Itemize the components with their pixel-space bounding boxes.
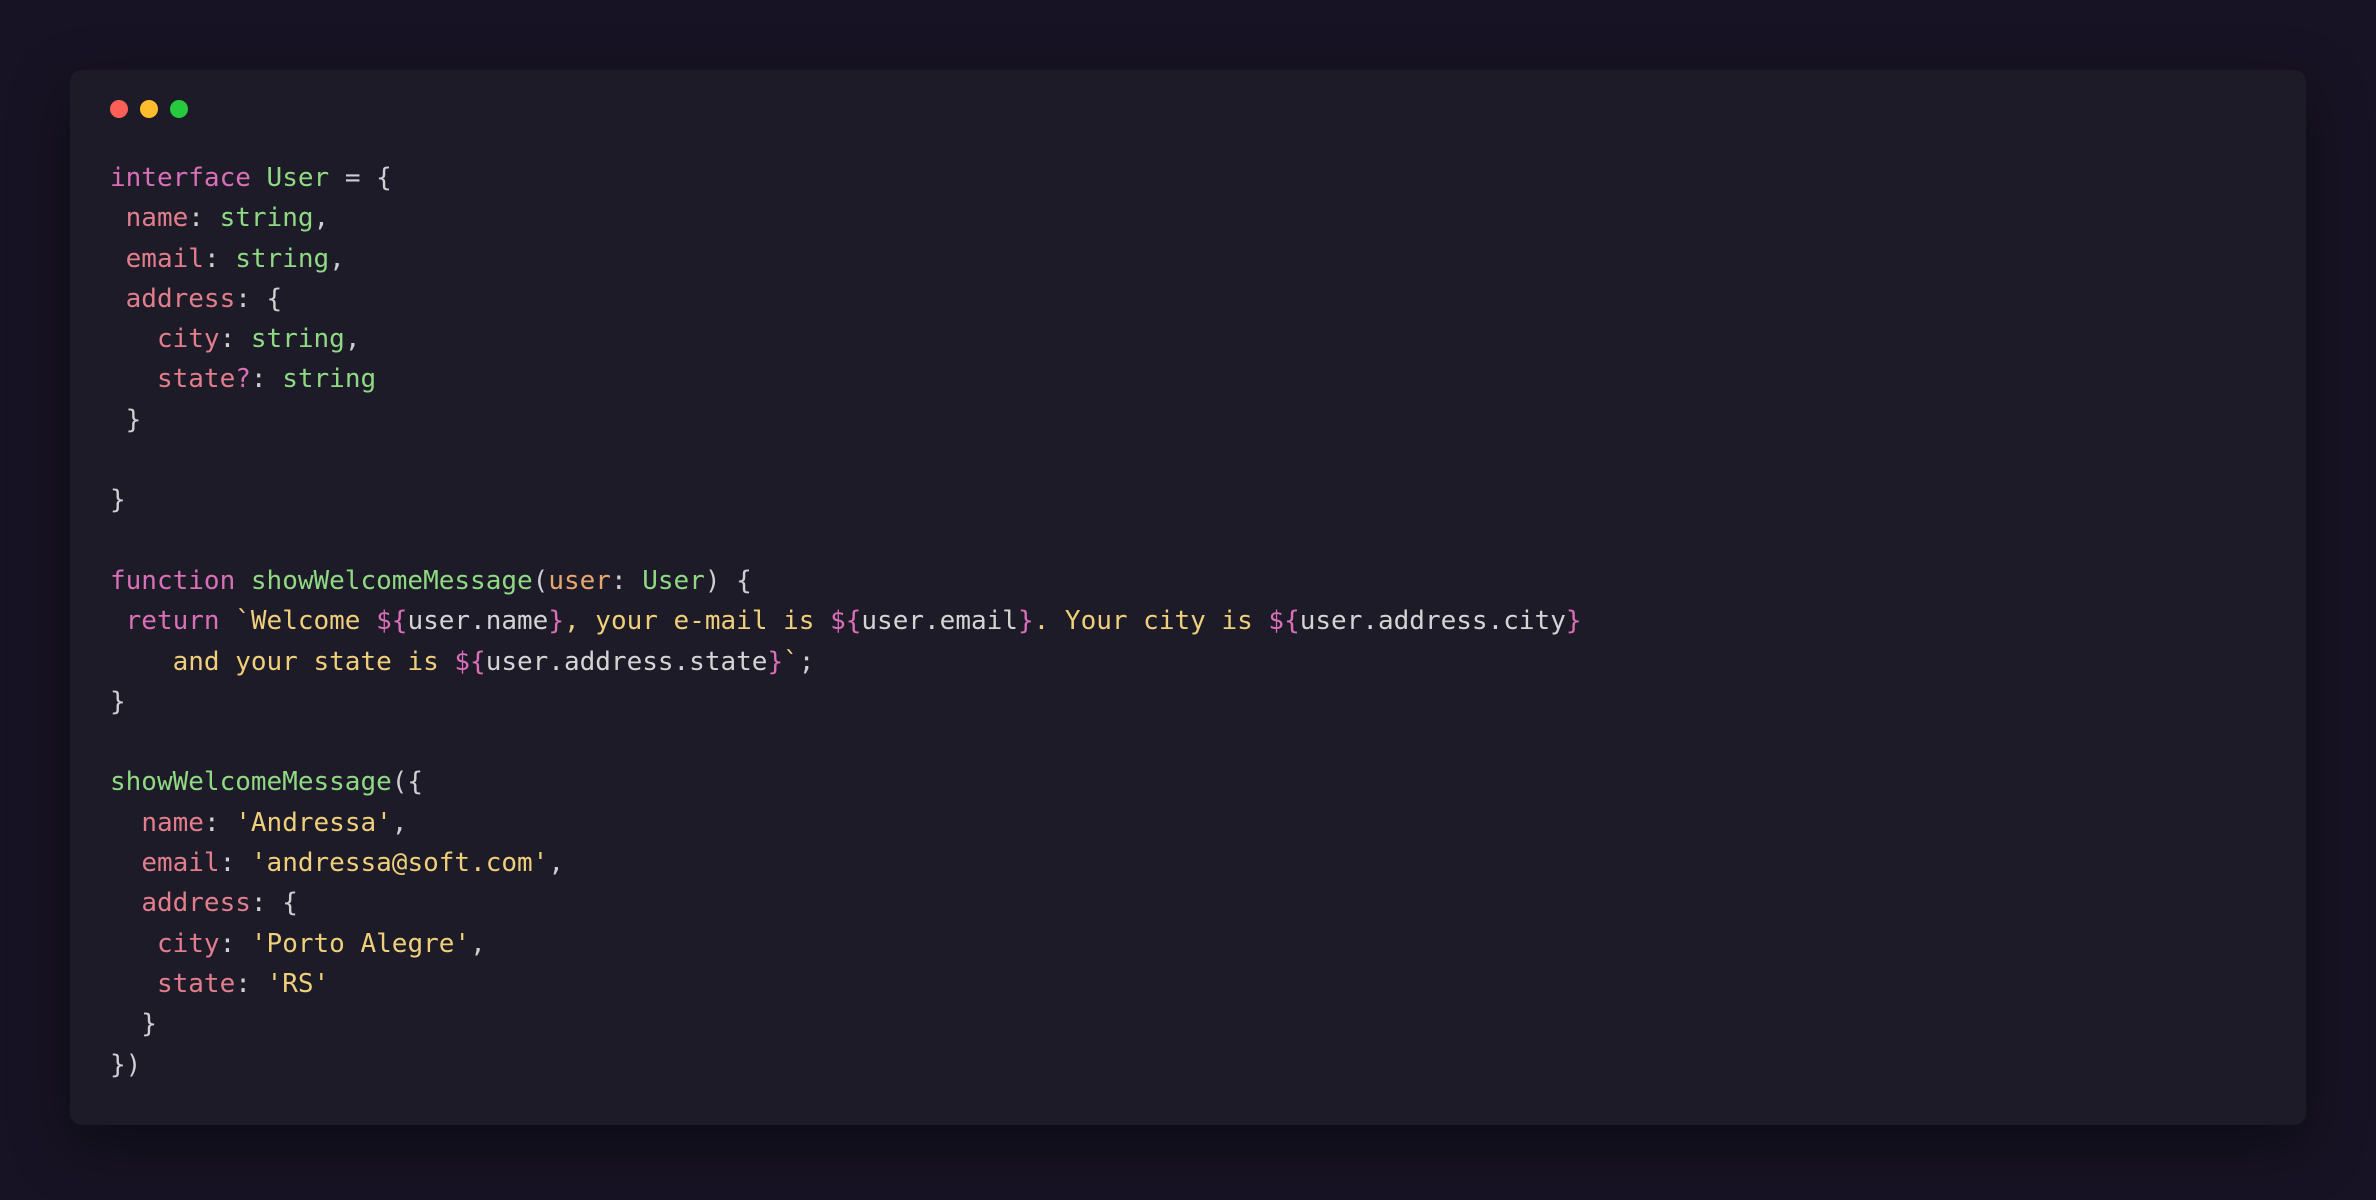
code-line: name: 'Andressa', xyxy=(110,808,407,838)
close-icon[interactable] xyxy=(110,100,128,118)
code-line: } xyxy=(110,405,141,435)
code-line: and your state is ${user.address.state}`… xyxy=(110,647,814,677)
minimize-icon[interactable] xyxy=(140,100,158,118)
code-line: return `Welcome ${user.name}, your e-mai… xyxy=(110,606,1582,636)
code-line: address: { xyxy=(110,888,298,918)
code-line xyxy=(110,727,126,757)
code-line: city: string, xyxy=(110,324,360,354)
code-line: showWelcomeMessage({ xyxy=(110,767,423,797)
window-controls xyxy=(110,100,2266,118)
code-content[interactable]: interface User = { name: string, email: … xyxy=(110,158,2266,1085)
code-line: state: 'RS' xyxy=(110,969,329,999)
code-line: } xyxy=(110,1009,157,1039)
code-line: } xyxy=(110,687,126,717)
code-line xyxy=(110,445,126,475)
code-line: address: { xyxy=(110,284,282,314)
code-line: email: 'andressa@soft.com', xyxy=(110,848,564,878)
code-line: city: 'Porto Alegre', xyxy=(110,929,486,959)
maximize-icon[interactable] xyxy=(170,100,188,118)
code-line: email: string, xyxy=(110,244,345,274)
code-line: }) xyxy=(110,1050,141,1080)
code-editor-window: interface User = { name: string, email: … xyxy=(70,70,2306,1125)
code-line: state?: string xyxy=(110,364,376,394)
code-line: } xyxy=(110,485,126,515)
code-line: function showWelcomeMessage(user: User) … xyxy=(110,566,752,596)
code-line xyxy=(110,526,126,556)
code-line: name: string, xyxy=(110,203,329,233)
code-line: interface User = { xyxy=(110,163,392,193)
